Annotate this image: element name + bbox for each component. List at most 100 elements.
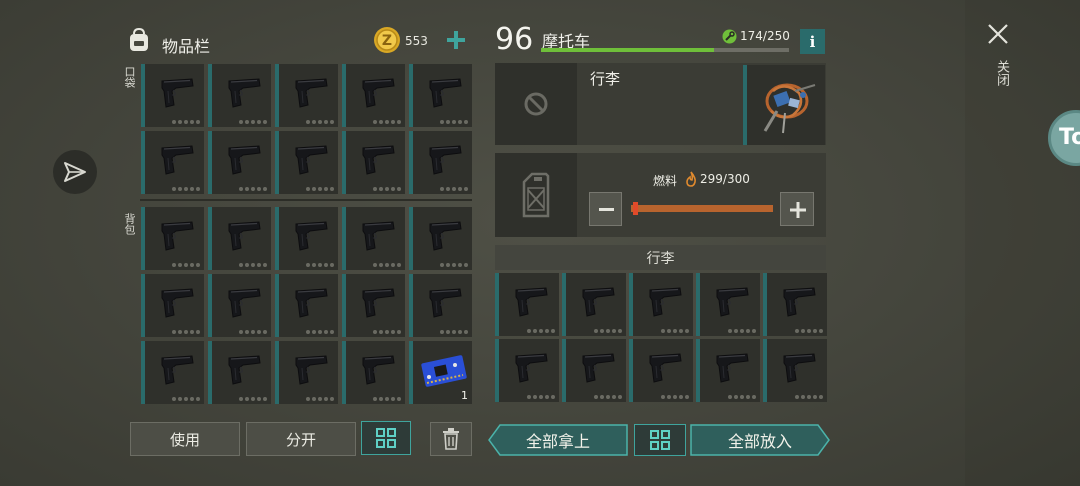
storage-sort-grid-button[interactable] — [634, 424, 686, 456]
fuel-decrease-button[interactable] — [589, 192, 622, 226]
rarity-dots — [172, 187, 200, 191]
pistol-icon — [161, 355, 194, 385]
inventory-slot[interactable] — [562, 339, 626, 402]
inventory-slot[interactable] — [495, 339, 559, 402]
storage-header: 行李 — [495, 245, 826, 270]
inventory-slot[interactable] — [208, 207, 271, 270]
rarity-dots — [373, 187, 401, 191]
inventory-slot[interactable] — [141, 64, 204, 127]
luggage-bundle-icon — [763, 83, 816, 134]
inventory-slot[interactable] — [409, 131, 472, 194]
flame-icon — [686, 171, 696, 187]
pistol-icon — [161, 288, 194, 318]
inventory-slot[interactable] — [275, 207, 338, 270]
inventory-slot[interactable] — [342, 274, 405, 337]
inventory-slot[interactable] — [141, 131, 204, 194]
pistol-icon — [649, 287, 682, 317]
rarity-dots — [440, 120, 468, 124]
inventory-slot[interactable] — [562, 273, 626, 336]
close-label[interactable]: 关闭 — [992, 60, 1011, 86]
grid-icon — [376, 428, 396, 448]
sort-grid-button[interactable] — [361, 421, 411, 455]
share-button[interactable] — [53, 150, 97, 194]
pistol-icon — [362, 78, 395, 108]
backpack-icon — [130, 27, 148, 51]
send-icon — [64, 162, 86, 182]
inventory-slot[interactable] — [208, 131, 271, 194]
pistol-icon — [783, 287, 816, 317]
grid-icon — [650, 430, 670, 450]
inventory-slot[interactable] — [342, 64, 405, 127]
inventory-slot[interactable] — [275, 274, 338, 337]
inventory-slot[interactable] — [275, 341, 338, 404]
inventory-slot[interactable] — [275, 131, 338, 194]
take-all-button[interactable]: 全部拿上 — [488, 424, 628, 456]
rarity-dots — [239, 120, 267, 124]
rarity-dots — [239, 187, 267, 191]
pistol-icon — [295, 288, 328, 318]
put-all-label: 全部放入 — [727, 432, 792, 451]
inventory-slot[interactable] — [208, 64, 271, 127]
inventory-slot[interactable] — [629, 273, 693, 336]
backpack-grid: 1 — [141, 207, 472, 404]
pistol-icon — [161, 221, 194, 251]
pistol-icon — [582, 353, 615, 383]
pistol-icon — [716, 287, 749, 317]
inventory-slot[interactable] — [342, 341, 405, 404]
fuel-slider-handle[interactable] — [633, 202, 638, 215]
pistol-icon — [295, 78, 328, 108]
inventory-title: 物品栏 — [162, 37, 211, 56]
pocket-grid — [141, 64, 472, 194]
inventory-slot[interactable] — [141, 207, 204, 270]
inventory-slot[interactable] — [629, 339, 693, 402]
inventory-slot[interactable] — [696, 339, 760, 402]
inventory-slot[interactable] — [141, 341, 204, 404]
inventory-slot[interactable] — [409, 64, 472, 127]
close-icon[interactable] — [986, 22, 1010, 46]
rarity-dots — [373, 397, 401, 401]
backpack-section-label: 背包 — [123, 213, 136, 235]
split-button[interactable]: 分开 — [246, 422, 356, 456]
pocket-section-label: 口袋 — [123, 66, 136, 88]
inventory-slot[interactable] — [696, 273, 760, 336]
fuel-slider-track[interactable] — [631, 205, 773, 212]
inventory-slot[interactable] — [763, 273, 827, 336]
minus-icon — [599, 208, 614, 211]
vehicle-storage-grid — [495, 273, 827, 402]
rarity-dots — [527, 395, 555, 399]
rarity-dots — [306, 330, 334, 334]
pistol-icon — [362, 355, 395, 385]
trash-button[interactable] — [430, 422, 472, 456]
inventory-slot[interactable] — [208, 341, 271, 404]
put-all-button[interactable]: 全部放入 — [690, 424, 830, 456]
vehicle-level: 96 — [495, 22, 534, 57]
rarity-dots — [306, 120, 334, 124]
pistol-icon — [429, 145, 462, 175]
info-button[interactable]: i — [800, 29, 825, 54]
inventory-slot[interactable]: 1 — [409, 341, 472, 404]
inventory-slot[interactable] — [763, 339, 827, 402]
rarity-dots — [440, 330, 468, 334]
pistol-icon — [228, 145, 261, 175]
inventory-slot[interactable] — [409, 274, 472, 337]
rarity-dots — [440, 263, 468, 267]
use-button[interactable]: 使用 — [130, 422, 240, 456]
inventory-slot[interactable] — [342, 131, 405, 194]
rarity-dots — [172, 330, 200, 334]
inventory-slot[interactable] — [141, 274, 204, 337]
section-divider — [140, 199, 472, 201]
pistol-icon — [582, 287, 615, 317]
pistol-icon — [228, 288, 261, 318]
fuel-increase-button[interactable] — [780, 192, 814, 226]
rarity-dots — [306, 263, 334, 267]
pistol-icon — [649, 353, 682, 383]
durability-value: 174/250 — [740, 29, 790, 43]
inventory-slot[interactable] — [495, 273, 559, 336]
inventory-slot[interactable] — [409, 207, 472, 270]
inventory-slot[interactable] — [342, 207, 405, 270]
add-coins-plus-icon[interactable] — [444, 28, 468, 52]
inventory-slot[interactable] — [208, 274, 271, 337]
pistol-icon — [362, 288, 395, 318]
pistol-icon — [783, 353, 816, 383]
inventory-slot[interactable] — [275, 64, 338, 127]
